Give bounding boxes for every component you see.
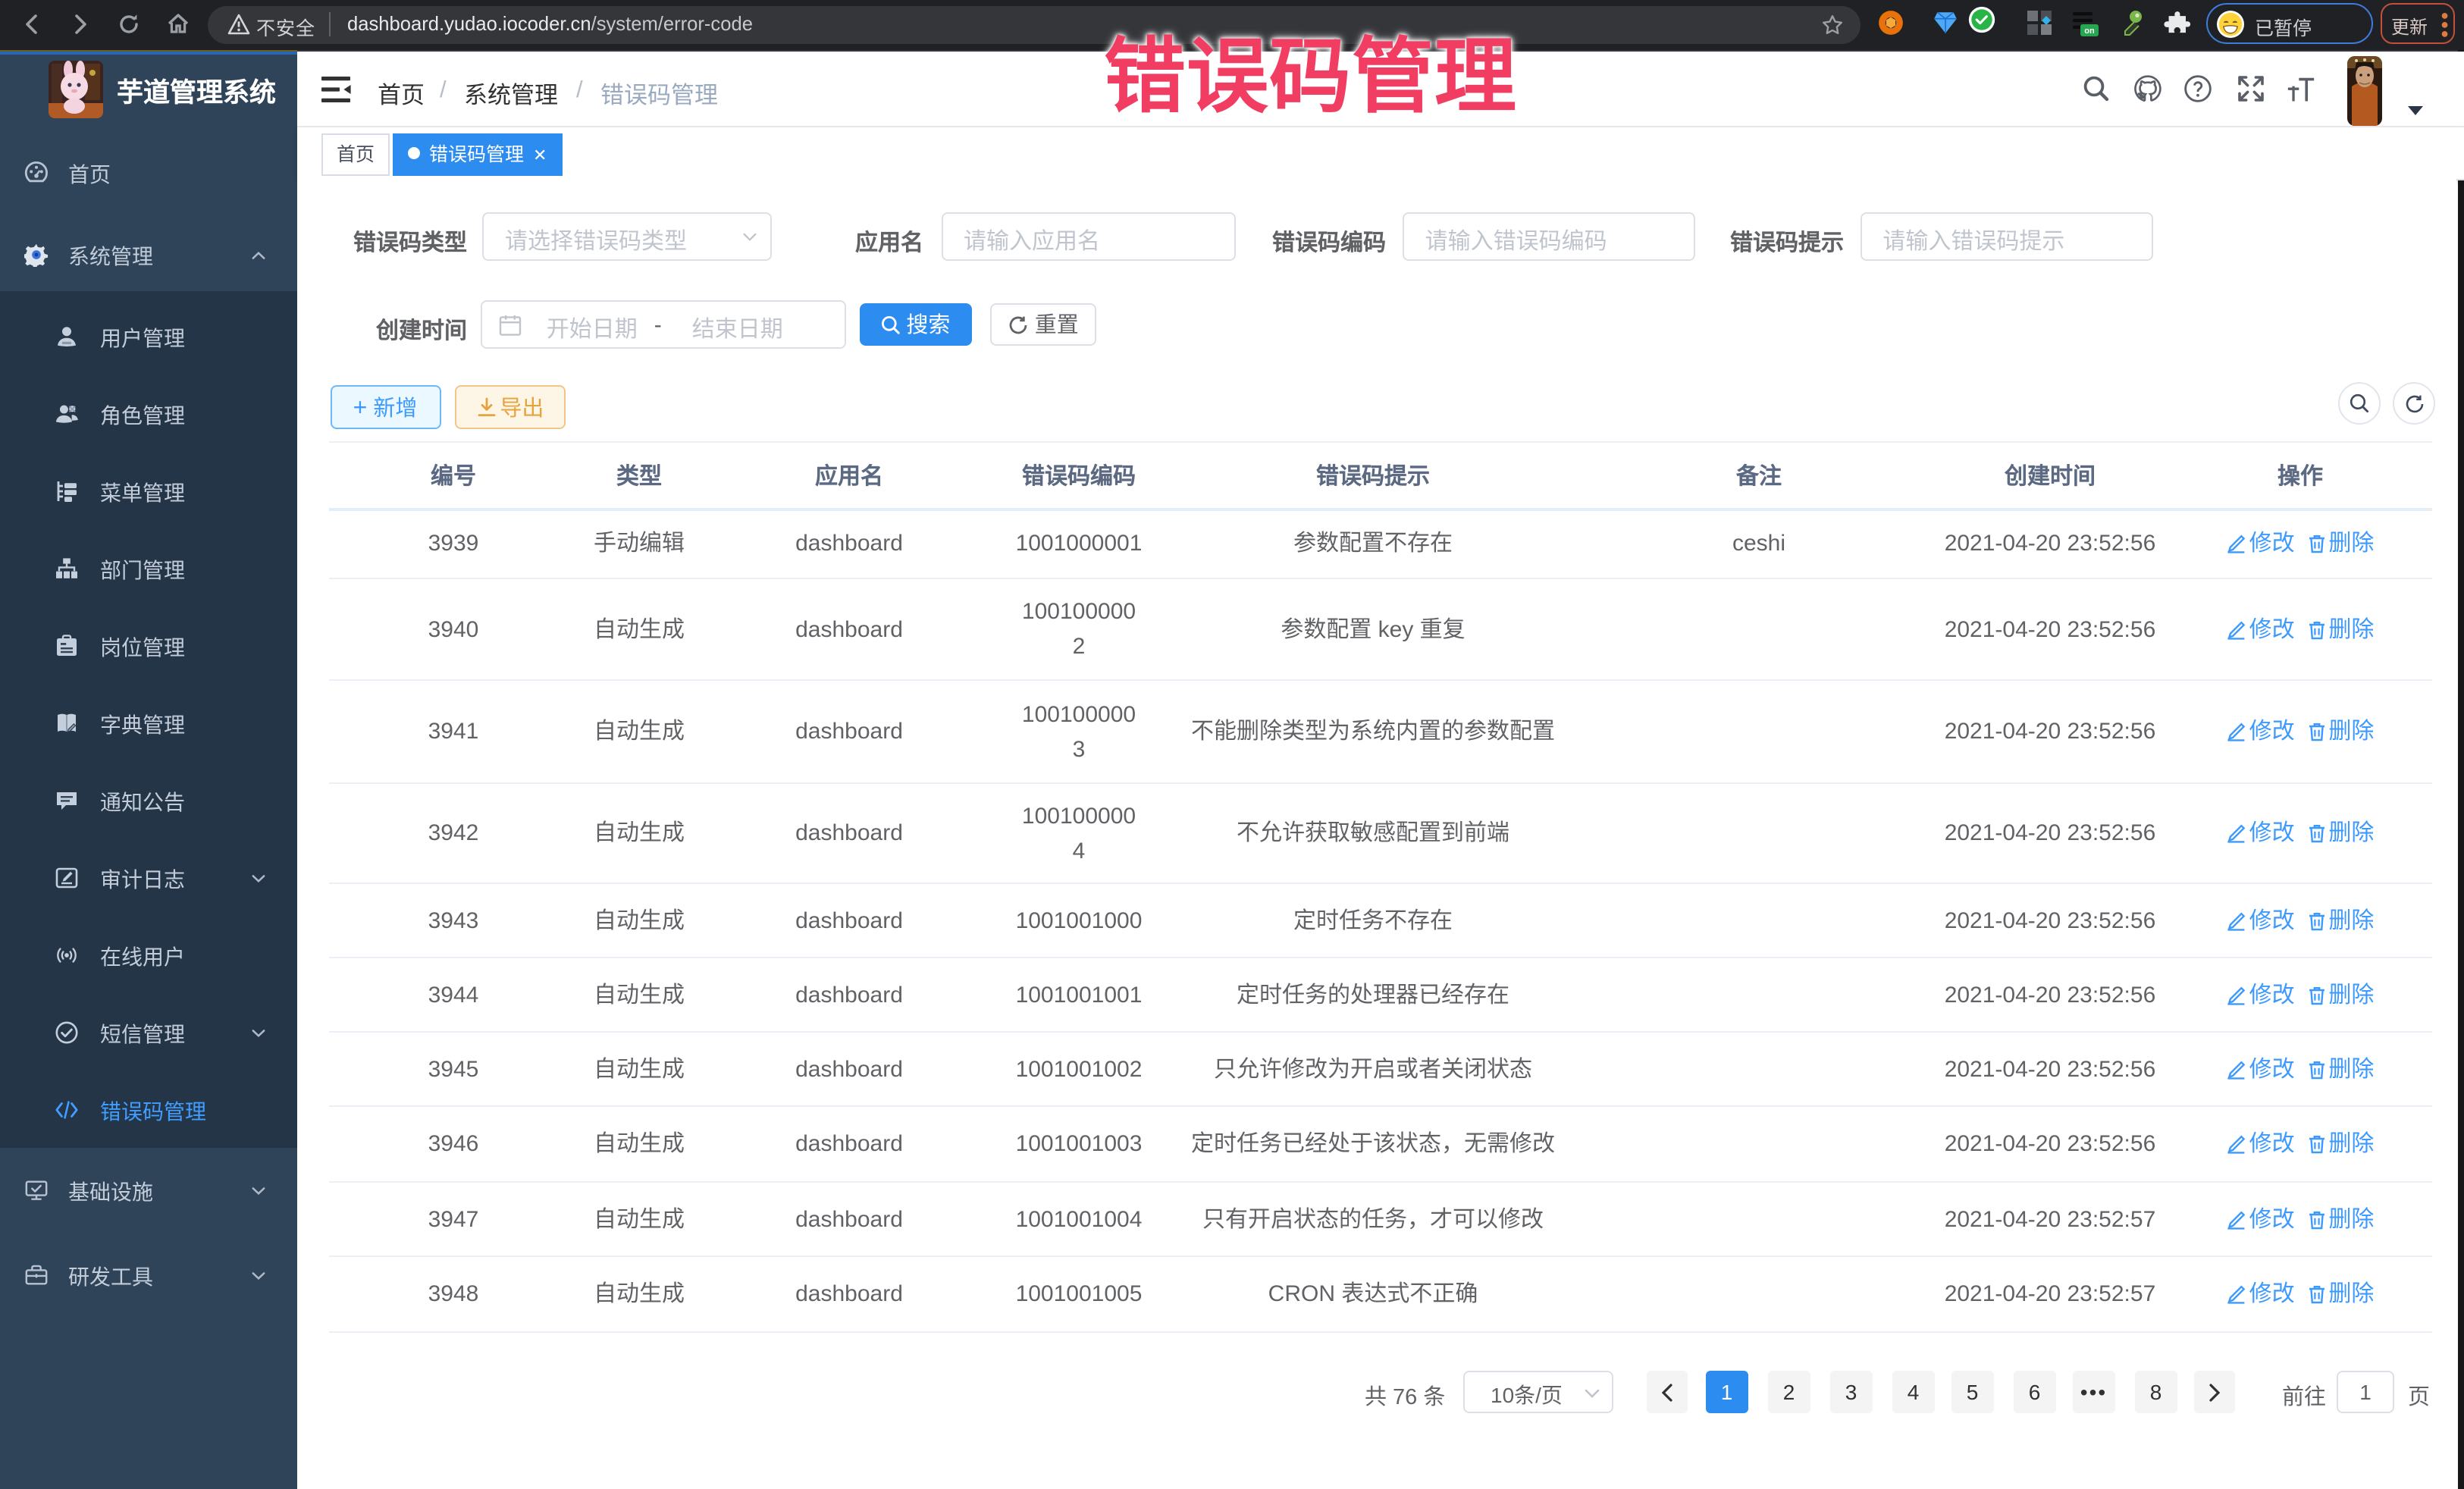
- svg-text:on: on: [2084, 27, 2095, 36]
